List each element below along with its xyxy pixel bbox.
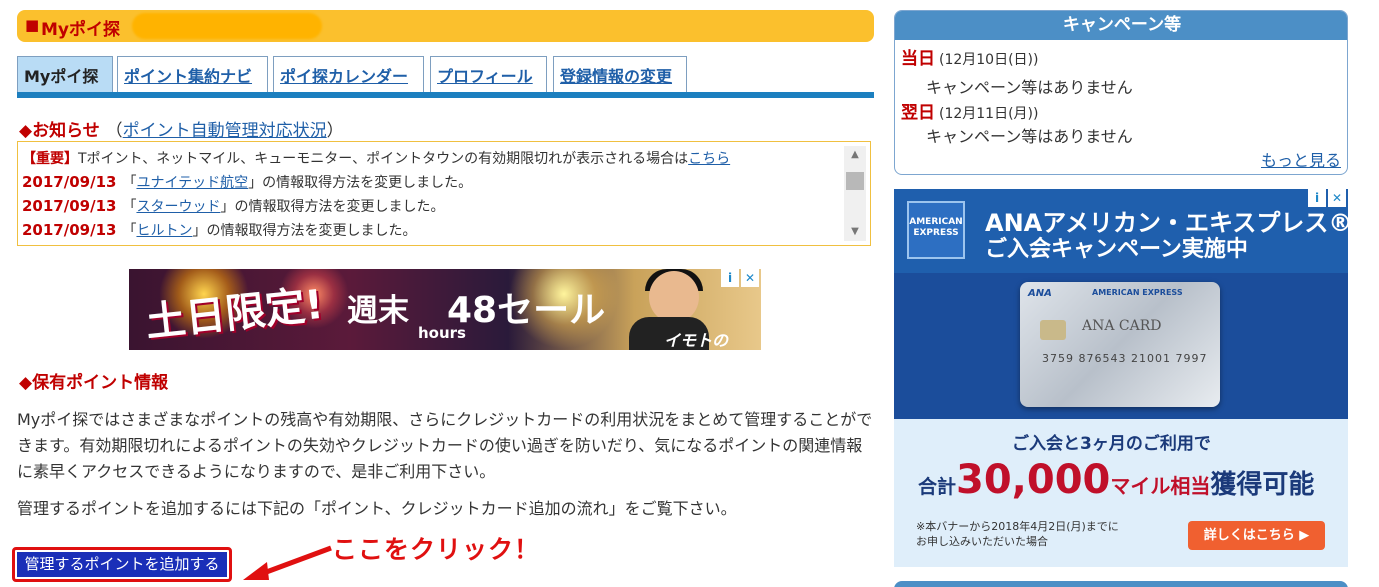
notice-link[interactable]: スターウッド: [136, 199, 220, 215]
notice-text: 」の情報取得方法を変更しました。: [192, 223, 417, 239]
redacted-username: [132, 13, 322, 39]
notice-text: 」の情報取得方法を変更しました。: [248, 175, 473, 191]
notice-title: お知らせ: [32, 121, 100, 141]
scroll-thumb[interactable]: [846, 172, 864, 190]
auto-management-status-link[interactable]: ポイント自動管理対応状況: [123, 121, 327, 141]
ad-text-sale: 48セール: [447, 290, 606, 331]
red-arrow-icon: [243, 545, 332, 580]
diamond-icon: ◆: [19, 373, 33, 393]
quote-open: 「: [122, 223, 137, 239]
ad-offer-note: ※本バナーから2018年4月2日(月)までに お申し込みいただいた場合: [916, 519, 1119, 549]
paren-open: （: [105, 121, 123, 141]
campaign-box: キャンペーン等 当日 (12月10日(日)) キャンペーン等はありません 翌日 (1…: [894, 10, 1348, 175]
list-item: 2017/09/13 「ヒルトン」の情報取得方法を変更しました。: [22, 220, 416, 240]
notice-text: 」の情報取得方法を変更しました。: [220, 199, 445, 215]
banner-ad-wifi[interactable]: 土日限定! 週末 48セール hours イモトのWiFi i ✕: [129, 269, 761, 350]
campaign-today: 当日 (12月10日(日)): [901, 44, 1038, 69]
ad-offer-amount: 合計30,000マイル相当獲得可能: [918, 457, 1314, 503]
ad-details-button[interactable]: 詳しくはこちら ▶: [1188, 521, 1325, 550]
holding-description: Myポイ探ではさまざまなポイントの残高や有効期限、さらにクレジットカードの利用状…: [17, 410, 873, 481]
offer-prefix: 合計: [918, 476, 957, 498]
ad-offer-condition: ご入会と3ヶ月のご利用で: [1012, 434, 1211, 454]
notice-heading: ◆お知らせ （ポイント自動管理対応状況）: [19, 116, 344, 141]
notice-link[interactable]: ユナイテッド航空: [136, 175, 248, 191]
holding-heading: ◆保有ポイント情報: [19, 368, 168, 393]
notice-date: 2017/09/13: [22, 221, 117, 239]
ad-info-icon[interactable]: i: [721, 269, 739, 287]
ad-person-face: [649, 271, 699, 323]
tab-point-navi[interactable]: ポイント集約ナビ: [117, 56, 268, 92]
quote-open: 「: [122, 199, 137, 215]
card-brand: ANA: [1028, 288, 1052, 299]
amex-logo: AMERICAN EXPRESS: [907, 201, 965, 259]
banner-ad-ana-amex[interactable]: AMERICAN EXPRESS ANAアメリカン・エキスプレス®・カード ご入…: [894, 189, 1348, 567]
tomorrow-text: キャンペーン等はありません: [926, 127, 1133, 146]
notice-link[interactable]: ヒルトン: [136, 223, 192, 239]
page-title: Myポイ探: [41, 20, 120, 40]
note-line-1: ※本バナーから2018年4月2日(月)までに: [916, 520, 1119, 533]
tomorrow-date: (12月11日(月)): [939, 106, 1039, 122]
notice-scrollbar[interactable]: ▲ ▼: [844, 146, 866, 241]
campaign-tomorrow: 翌日 (12月11日(月)): [901, 98, 1038, 123]
list-item: 2017/09/13 「ユナイテッド航空」の情報取得方法を変更しました。: [22, 172, 472, 192]
ad-close-icon[interactable]: ✕: [741, 269, 759, 287]
add-point-button[interactable]: 管理するポイントを追加する: [12, 547, 232, 582]
scroll-up-icon[interactable]: ▲: [844, 146, 866, 164]
tab-bar: Myポイ探 ポイント集約ナビ ポイ探カレンダー プロフィール 登録情報の変更: [17, 56, 874, 92]
credit-card-image: ANA AMERICAN EXPRESS ANA CARD 3759 87654…: [1020, 282, 1220, 407]
notice-important: 【重要】Tポイント、ネットマイル、キューモニター、ポイントタウンの有効期限切れが…: [22, 148, 730, 168]
tomorrow-label: 翌日: [901, 103, 935, 123]
tab-account-settings[interactable]: 登録情報の変更: [553, 56, 687, 92]
notice-list[interactable]: 【重要】Tポイント、ネットマイル、キューモニター、ポイントタウンの有効期限切れが…: [17, 141, 871, 246]
campaign-title: キャンペーン等: [895, 11, 1347, 40]
card-name: ANA CARD: [1082, 318, 1162, 334]
today-text: キャンペーン等はありません: [926, 78, 1133, 97]
offer-end: 獲得可能: [1210, 470, 1315, 500]
scroll-down-icon[interactable]: ▼: [844, 223, 866, 241]
ad-text-hours: hours: [418, 324, 466, 342]
notice-date: 2017/09/13: [22, 197, 117, 215]
card-number: 3759 876543 21001 7997: [1042, 352, 1208, 365]
ad-subheadline: ご入会キャンペーン実施中: [985, 237, 1248, 262]
diamond-icon: ◆: [19, 121, 33, 141]
holding-title: 保有ポイント情報: [32, 373, 169, 393]
next-side-box-header: [894, 581, 1348, 587]
ad-text-weekend: 週末: [347, 293, 409, 329]
card-issuer: AMERICAN EXPRESS: [1092, 288, 1183, 297]
tab-mypoitan[interactable]: Myポイ探: [17, 56, 113, 92]
holding-instruction: 管理するポイントを追加するには下記の「ポイント、クレジットカード追加の流れ」をご…: [17, 499, 737, 518]
ad-close-icon[interactable]: ✕: [1328, 189, 1346, 207]
note-line-2: お申し込みいただいた場合: [916, 535, 1048, 548]
notice-date: 2017/09/13: [22, 173, 117, 191]
ad-info-icon[interactable]: i: [1308, 189, 1326, 207]
today-label: 当日: [901, 49, 935, 69]
quote-open: 「: [122, 175, 137, 191]
header-square-icon: ■: [25, 16, 40, 34]
today-date: (12月10日(日)): [939, 52, 1039, 68]
tab-calendar[interactable]: ポイ探カレンダー: [273, 56, 424, 92]
paren-close: ）: [326, 121, 344, 141]
important-link[interactable]: こちら: [688, 151, 730, 167]
click-here-callout: ここをクリック！: [332, 535, 541, 564]
tab-underline: [17, 92, 874, 98]
offer-unit: マイル相当: [1110, 474, 1211, 498]
important-text: Tポイント、ネットマイル、キューモニター、ポイントタウンの有効期限切れが表示され…: [78, 151, 689, 167]
tab-profile[interactable]: プロフィール: [430, 56, 547, 92]
card-chip: [1040, 320, 1066, 340]
ad-brand-logo: イモトのWiFi: [664, 331, 729, 350]
page-header: ■ Myポイ探: [17, 10, 874, 42]
important-tag: 【重要】: [22, 151, 78, 167]
list-item: 2017/09/13 「スターウッド」の情報取得方法を変更しました。: [22, 196, 444, 216]
offer-miles: 30,000: [956, 457, 1111, 503]
campaign-more-link[interactable]: もっと見る: [1261, 147, 1341, 171]
add-point-button-label[interactable]: 管理するポイントを追加する: [17, 552, 227, 577]
